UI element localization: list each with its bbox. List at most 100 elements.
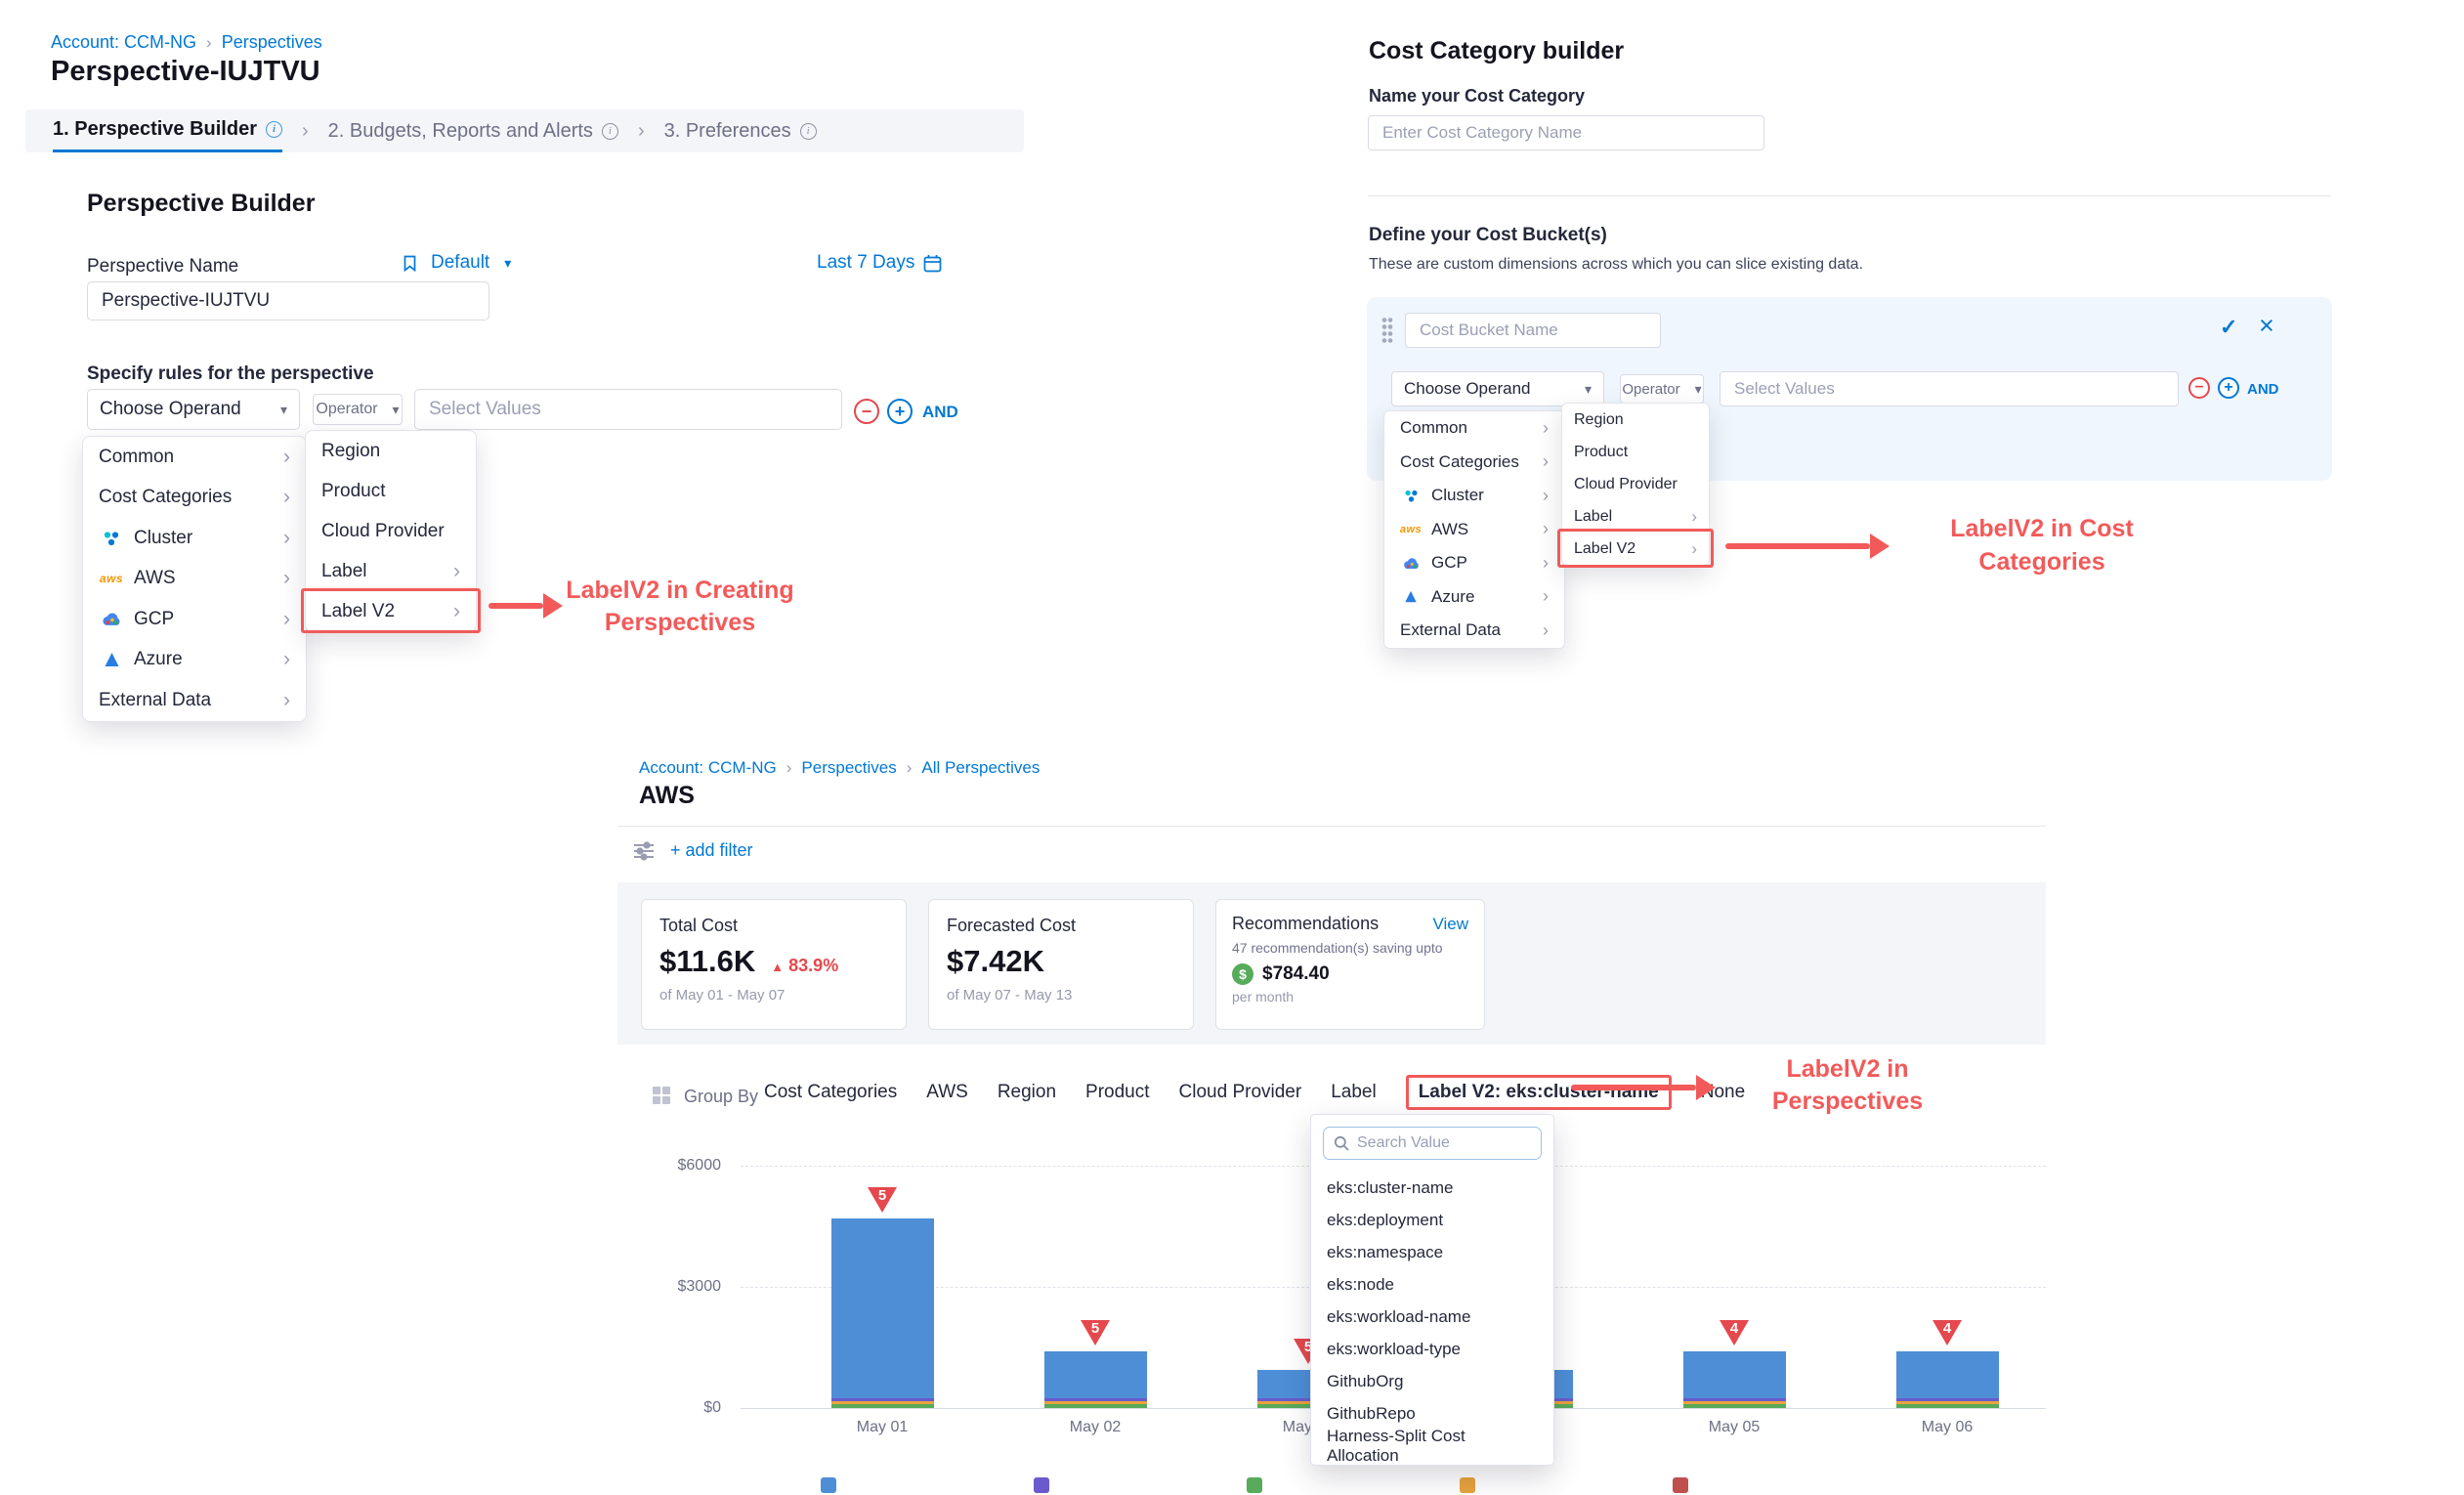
chart-bar[interactable] [1896,1351,1999,1408]
menu-item-aws[interactable]: aws AWS› [83,559,306,600]
add-rule-button[interactable]: + [887,399,913,424]
cost-bucket-name-input[interactable] [1405,313,1661,348]
breadcrumb-separator-icon: › [206,33,212,53]
triangle-up-icon: ▲ [771,960,784,974]
submenu-item-region[interactable]: Region [306,431,476,471]
view-selector[interactable]: Default ▾ [403,252,511,274]
operator-select[interactable]: Operator ▾ [313,394,403,425]
value-option[interactable]: eks:deployment [1311,1204,1553,1236]
menu-item-aws[interactable]: aws AWS› [1384,513,1564,547]
breadcrumb-all-perspectives-link[interactable]: All Perspectives [921,758,1040,778]
drag-handle-icon[interactable] [1381,317,1393,344]
cost-category-name-input[interactable] [1368,115,1764,150]
breadcrumb-account-link[interactable]: Account: CCM-NG [51,32,196,53]
group-by-selected-label-v2[interactable]: Label V2: eks:cluster-name [1406,1075,1672,1110]
view-recommendations-link[interactable]: View [1432,915,1468,934]
value-option[interactable]: eks:workload-type [1311,1333,1553,1365]
anomaly-marker[interactable]: 4 [1933,1320,1962,1346]
group-by-option[interactable]: AWS [926,1082,968,1103]
submenu-item-region[interactable]: Region [1562,404,1709,436]
anomaly-marker[interactable]: 5 [868,1187,897,1213]
breadcrumb-account-link[interactable]: Account: CCM-NG [639,758,777,778]
value-option[interactable]: GithubRepo [1311,1397,1553,1430]
menu-item-external-data[interactable]: External Data› [1384,614,1564,648]
cancel-x-icon[interactable]: × [2259,311,2274,341]
group-by-option[interactable]: Product [1085,1082,1149,1103]
remove-rule-button[interactable]: − [2188,377,2210,399]
search-value-input[interactable] [1357,1134,1531,1152]
breadcrumb-perspectives-link[interactable]: Perspectives [801,758,896,778]
legend-swatch[interactable] [1460,1477,1475,1493]
operator-label: Operator [1622,381,1679,398]
filter-icon[interactable] [633,841,655,861]
gcp-icon [99,612,124,626]
select-values-input[interactable] [1720,371,2179,406]
value-option[interactable]: Harness-Split Cost Allocation [1311,1430,1553,1462]
chart-bar[interactable] [831,1218,934,1408]
add-filter-button[interactable]: + add filter [670,840,753,861]
anomaly-marker[interactable]: 5 [1081,1320,1110,1346]
value-option[interactable]: eks:cluster-name [1311,1172,1553,1204]
submenu-item-product[interactable]: Product [1562,436,1709,468]
legend-swatch[interactable] [1247,1477,1262,1493]
search-box [1323,1127,1542,1160]
menu-item-common[interactable]: Common› [83,437,306,478]
menu-item-external-data[interactable]: External Data› [83,680,306,721]
tab-budgets-reports-alerts[interactable]: 2. Budgets, Reports and Alerts i [328,109,618,152]
submenu-item-label[interactable]: Label› [1562,500,1709,533]
date-range-selector[interactable]: Last 7 Days [817,252,942,274]
savings-icon: $ [1232,963,1253,985]
add-rule-button[interactable]: + [2218,377,2239,399]
menu-item-gcp[interactable]: GCP› [83,599,306,640]
chart-bar[interactable] [1044,1351,1147,1408]
submenu-item-cloud-provider[interactable]: Cloud Provider [1562,468,1709,500]
menu-item-azure[interactable]: Azure› [83,640,306,681]
menu-item-cost-categories[interactable]: Cost Categories› [1384,446,1564,480]
legend-swatch[interactable] [1673,1477,1688,1493]
tab-preferences[interactable]: 3. Preferences i [664,109,817,152]
tab-bar: 1. Perspective Builder i › 2. Budgets, R… [25,109,1024,152]
aws-icon: aws [99,572,124,585]
legend-swatch[interactable] [821,1477,836,1493]
submenu-item-label[interactable]: Label› [306,551,476,591]
view-selector-label: Default [431,252,489,274]
submenu-item-label-v2[interactable]: Label V2› [1562,533,1709,565]
menu-item-gcp[interactable]: GCP› [1384,546,1564,580]
operator-select[interactable]: Operator ▾ [1620,374,1704,404]
breadcrumb-perspectives-link[interactable]: Perspectives [222,32,322,53]
annotation-arrow-line [1725,543,1870,549]
chart-bar[interactable] [1683,1351,1786,1408]
choose-operand-select[interactable]: Choose Operand ▾ [1391,371,1604,406]
confirm-check-icon[interactable]: ✓ [2220,315,2237,340]
submenu-item-label-v2[interactable]: Label V2› [306,591,476,631]
group-by-option[interactable]: Cost Categories [764,1082,897,1103]
value-option[interactable]: eks:workload-name [1311,1301,1553,1333]
submenu-item-cloud-provider[interactable]: Cloud Provider [306,511,476,551]
value-option[interactable]: eks:namespace [1311,1236,1553,1268]
chevron-right-icon: › [283,567,290,590]
card-label: Recommendations [1232,914,1379,934]
legend-swatch[interactable] [1034,1477,1049,1493]
remove-rule-button[interactable]: − [854,399,879,424]
menu-item-label: External Data [99,690,274,711]
perspective-name-input[interactable] [87,281,489,320]
group-by-option[interactable]: Region [998,1082,1056,1103]
value-option[interactable]: eks:node [1311,1268,1553,1301]
submenu-item-product[interactable]: Product [306,471,476,511]
group-by-option[interactable]: Cloud Provider [1179,1082,1302,1103]
recommendations-subtext: 47 recommendation(s) saving upto [1232,940,1468,956]
choose-operand-select[interactable]: Choose Operand ▾ [87,389,300,430]
menu-item-cluster[interactable]: Cluster› [83,518,306,559]
and-connector-label: AND [2247,381,2279,398]
tab-perspective-builder[interactable]: 1. Perspective Builder i [53,109,282,152]
anomaly-marker[interactable]: 4 [1720,1320,1749,1346]
value-options-list: eks:cluster-nameeks:deploymenteks:namesp… [1311,1172,1553,1462]
select-values-input[interactable] [414,389,842,430]
menu-item-azure[interactable]: Azure› [1384,580,1564,615]
value-option[interactable]: GithubOrg [1311,1365,1553,1397]
divider [1368,195,2331,196]
menu-item-cluster[interactable]: Cluster› [1384,479,1564,513]
menu-item-common[interactable]: Common› [1384,411,1564,446]
group-by-option[interactable]: Label [1331,1082,1377,1103]
menu-item-cost-categories[interactable]: Cost Categories› [83,478,306,519]
